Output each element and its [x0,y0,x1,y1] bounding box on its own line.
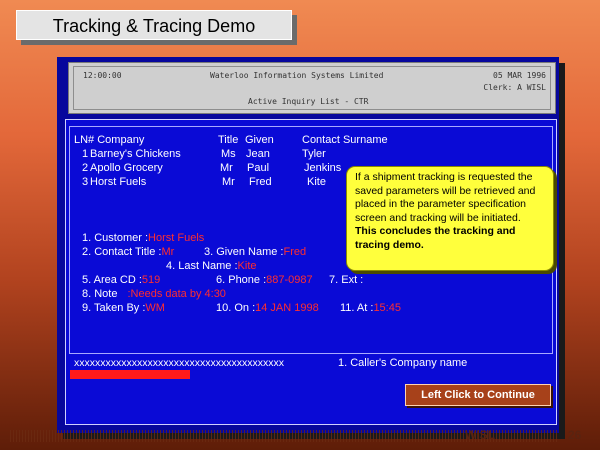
row-line-number: 2 [82,162,89,174]
footer-brand: WISL [465,428,495,442]
area-cd-value: 519 [141,274,161,286]
row-given: Fred [249,176,272,188]
row-company: Barney's Chickens [90,148,181,160]
phone-label: 6. Phone : [216,274,267,286]
contact-title-label: 2. Contact Title : [82,246,162,258]
slide-title: Tracking & Tracing Demo [16,10,292,40]
header-company-name: Waterloo Information Systems Limited [210,71,384,80]
row-surname: Tyler [302,148,326,160]
contact-title-value: Mr [161,246,175,258]
given-name-value: Fred [283,246,307,258]
row-surname: Jenkins [304,162,342,174]
customer-field[interactable]: 1. Customer :Horst Fuels [82,232,204,244]
row-given: Jean [246,148,270,160]
row-title: Ms [221,148,236,160]
column-header-contact-surname: Contact Surname [302,134,388,146]
row-line-number: 1 [82,148,89,160]
taken-by-field[interactable]: 9. Taken By :WM [82,302,165,314]
at-time-value: 15:45 [373,302,401,314]
header-screen-title: Active Inquiry List - CTR [248,97,369,106]
column-header-title: Title [218,134,239,146]
terminal-header: 12:00:00 Waterloo Information Systems Li… [68,62,556,114]
last-name-field[interactable]: 4. Last Name :Kite [166,260,257,272]
taken-by-value: WM [145,302,165,314]
page-number: 26 [568,428,582,442]
caller-company-label: 1. Caller's Company name [338,357,468,369]
last-name-value: Kite [237,260,257,272]
phone-value: 887-0987 [266,274,313,286]
on-date-value: 14 JAN 1998 [255,302,319,314]
row-company: Apollo Grocery [90,162,163,174]
contact-title-field[interactable]: 2. Contact Title :Mr [82,246,174,258]
last-name-label: 4. Last Name : [166,260,238,272]
continue-button[interactable]: Left Click to Continue [405,384,551,406]
at-time-field[interactable]: 11. At :15:45 [340,302,401,314]
given-name-field[interactable]: 3. Given Name :Fred [204,246,306,258]
header-clerk: Clerk: A WISL [483,83,546,92]
taken-by-label: 9. Taken By : [82,302,146,314]
customer-label: 1. Customer : [82,232,149,244]
row-line-number: 3 [82,176,89,188]
note-field[interactable]: 8. Note :Needs data by 4:30 [82,288,226,300]
row-given: Paul [247,162,270,174]
area-cd-label: 5. Area CD : [82,274,142,286]
given-name-label: 3. Given Name : [204,246,284,258]
header-date: 05 MAR 1996 [493,71,546,80]
callout-conclusion: This concludes the tracking and tracing … [355,225,516,251]
phone-field[interactable]: 6. Phone :887-0987 [216,274,313,286]
input-highlight-bar [70,370,190,379]
caller-company-input[interactable]: xxxxxxxxxxxxxxxxxxxxxxxxxxxxxxxxxxxxxxxx [74,357,284,369]
row-title: Mr [220,162,233,174]
row-title: Mr [222,176,235,188]
at-time-label: 11. At : [340,302,374,314]
callout-message: If a shipment tracking is requested the … [355,171,536,224]
note-value: :Needs data by 4:30 [127,288,226,300]
customer-value: Horst Fuels [148,232,205,244]
column-header-given: Given [245,134,274,146]
on-date-field[interactable]: 10. On :14 JAN 1998 [216,302,319,314]
header-time: 12:00:00 [83,71,122,80]
terminal-header-inner: 12:00:00 Waterloo Information Systems Li… [73,66,551,110]
ext-label: 7. Ext : [329,274,364,286]
column-header-ln-company: LN# Company [74,134,145,146]
ext-field[interactable]: 7. Ext : [329,274,363,286]
row-surname: Kite [307,176,326,188]
row-company: Horst Fuels [90,176,147,188]
note-label: 8. Note [82,288,118,300]
info-callout: If a shipment tracking is requested the … [346,166,554,271]
on-date-label: 10. On : [216,302,256,314]
area-cd-field[interactable]: 5. Area CD :519 [82,274,160,286]
